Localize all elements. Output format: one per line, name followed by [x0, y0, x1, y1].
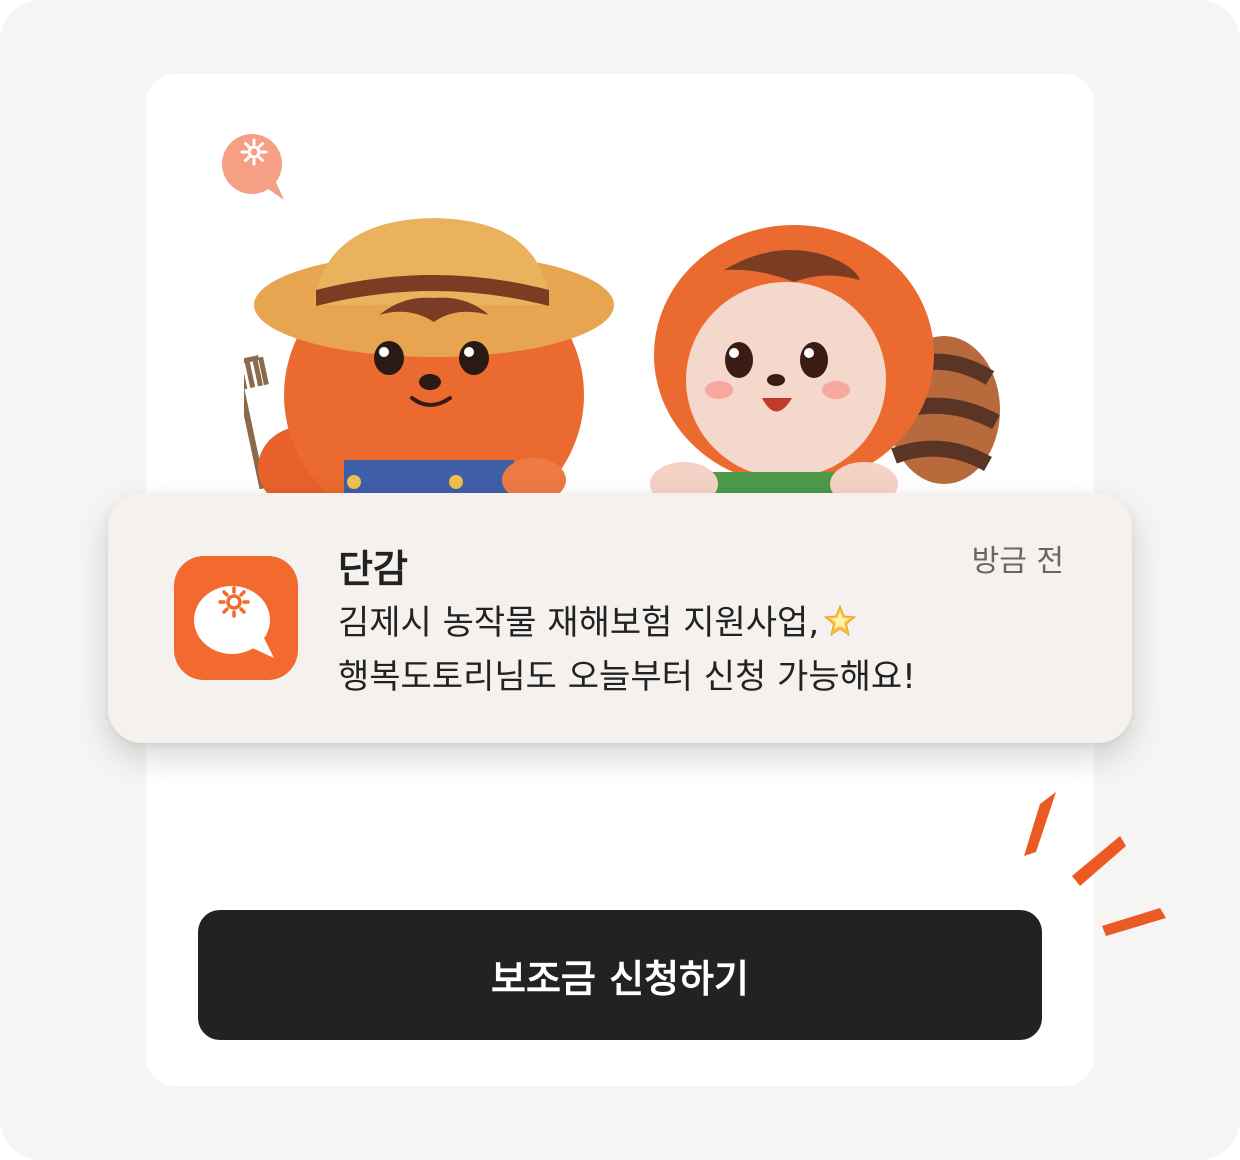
mascot-characters-illustration — [244, 218, 1000, 510]
star-icon — [823, 604, 857, 637]
message-line-2: 행복도토리님도 오늘부터 신청 가능해요! — [338, 657, 916, 697]
notification-message: 김제시 농작물 재해보험 지원사업, 행복도토리님도 오늘부터 신청 가능해요! — [338, 596, 1038, 704]
notification-time: 방금 전 — [971, 544, 1064, 579]
message-line-1-text: 김제시 농작물 재해보험 지원사업, — [338, 603, 820, 643]
message-line-1: 김제시 농작물 재해보험 지원사업, — [338, 596, 1038, 650]
farmer-mascot — [244, 218, 614, 510]
raccoon-mascot — [650, 225, 1000, 510]
app-icon — [174, 556, 298, 680]
apply-subsidy-button[interactable]: 보조금 신청하기 — [198, 910, 1042, 1040]
speech-bubble-decoration-icon — [222, 134, 284, 200]
app-name: 단감 — [338, 547, 408, 591]
speech-bubble-sun-icon — [194, 586, 274, 658]
